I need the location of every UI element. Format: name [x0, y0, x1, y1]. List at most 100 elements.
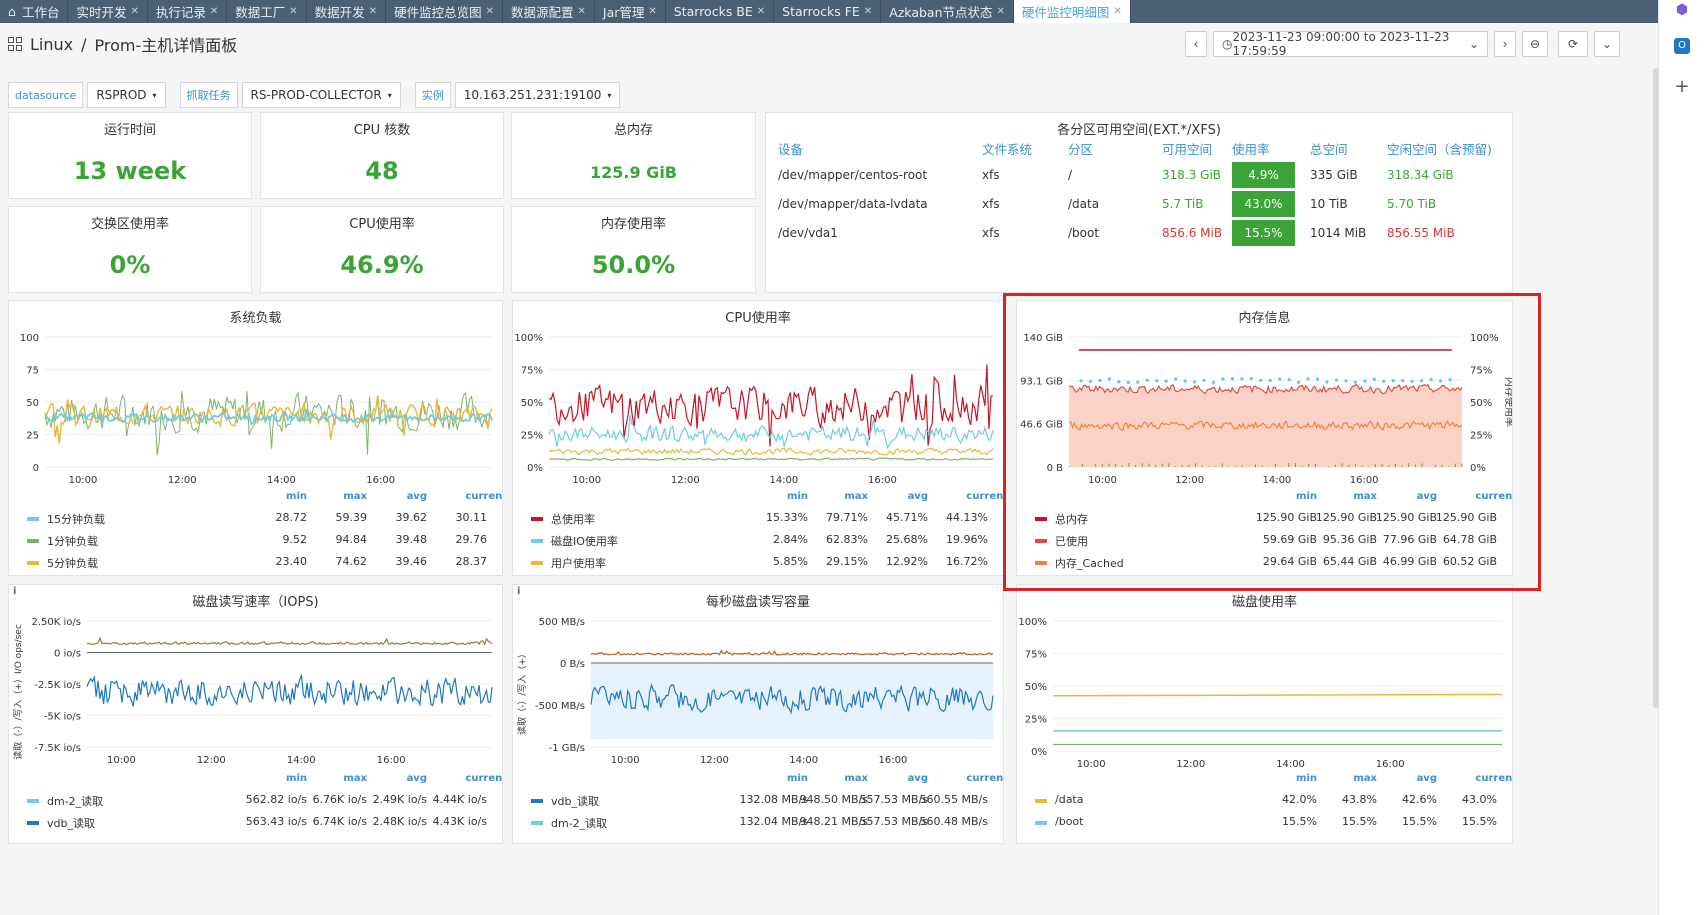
table-cell: xfs — [982, 197, 1000, 211]
table-header[interactable]: 使用率 — [1232, 139, 1270, 158]
tab-11[interactable]: 硬件监控明细图 ✕ — [1013, 0, 1131, 23]
legend-item[interactable]: dm-2_读取 132.04 MB/s 948.21 MB/s 557.53 MB/s… — [531, 813, 995, 833]
legend-name: dm-2_读取 — [551, 817, 608, 830]
app-icon[interactable]: ⬢ — [1674, 2, 1690, 18]
legend-item[interactable]: vdb_读取 132.08 MB/s 948.50 MB/s 557.53 MB/s 5… — [531, 791, 995, 811]
tab-9[interactable]: Starrocks FE ✕ — [774, 0, 882, 23]
chart-panel-mem: 内存信息 140 GiB 93.1 GiB 46.6 GiB 0 B 100% 75% 50%… — [1016, 300, 1513, 576]
variable-select[interactable]: RSPROD ▾ — [87, 82, 166, 108]
tab-7[interactable]: Jar管理 ✕ — [595, 0, 666, 23]
tab-5[interactable]: 硬件监控总览图 ✕ — [386, 0, 503, 23]
legend-header[interactable]: min — [768, 773, 808, 784]
legend-header[interactable]: min — [1277, 773, 1317, 784]
legend-header[interactable]: min — [768, 491, 808, 502]
table-header[interactable]: 文件系统 — [982, 139, 1032, 158]
refresh-interval-button[interactable]: ⌄ — [1594, 31, 1620, 57]
table-header[interactable]: 分区 — [1068, 139, 1093, 158]
legend-header[interactable]: current — [1457, 773, 1512, 784]
table-header[interactable]: 总空间 — [1310, 139, 1348, 158]
legend-header[interactable]: min — [267, 773, 307, 784]
info-icon[interactable]: i — [517, 586, 520, 597]
legend-item[interactable]: /data 42.0% 43.8% 42.6% 43.0% — [1035, 791, 1504, 811]
close-icon[interactable]: ✕ — [757, 6, 765, 17]
legend-item[interactable]: vdb_读取 563.43 io/s 6.74K io/s 2.48K io/s 4.4… — [27, 813, 494, 833]
legend-header[interactable]: max — [1337, 773, 1377, 784]
table-header[interactable]: 设备 — [778, 139, 803, 158]
legend-item[interactable]: /boot 15.5% 15.5% 15.5% 15.5% — [1035, 813, 1504, 833]
legend-header[interactable]: current — [447, 491, 502, 502]
close-icon[interactable]: ✕ — [210, 6, 218, 17]
variable-select[interactable]: 10.163.251.231:19100 ▾ — [454, 82, 621, 108]
tab-8[interactable]: Starrocks BE ✕ — [666, 0, 775, 23]
legend-header[interactable]: avg — [1397, 491, 1437, 502]
table-header[interactable]: 可用空间 — [1162, 139, 1212, 158]
legend-item[interactable]: 磁盘IO使用率 2.84% 62.83% 25.68% 19.96% — [531, 531, 995, 551]
y2-tick: 75% — [1470, 366, 1492, 377]
vertical-scrollbar[interactable] — [1653, 68, 1659, 708]
tab-label: 实时开发 — [76, 5, 127, 20]
add-icon[interactable]: + — [1674, 76, 1690, 97]
outlook-icon[interactable]: O — [1674, 38, 1690, 54]
legend-header[interactable]: max — [327, 773, 367, 784]
legend-item[interactable]: 已使用 59.69 GiB 95.36 GiB 77.96 GiB 64.78 GiB — [1035, 531, 1504, 551]
legend-item[interactable]: 15分钟负载 28.72 59.39 39.62 30.11 — [27, 509, 494, 529]
table-cell: /data — [1068, 197, 1100, 211]
tab-1[interactable]: 实时开发 ✕ — [68, 0, 148, 23]
clock-icon: ◷ — [1222, 37, 1233, 51]
legend-header[interactable]: min — [267, 491, 307, 502]
close-icon[interactable]: ✕ — [369, 6, 377, 17]
close-icon[interactable]: ✕ — [864, 6, 872, 17]
legend-header[interactable]: max — [1337, 491, 1377, 502]
stat-title: CPU使用率 — [349, 217, 415, 232]
tab-4[interactable]: 数据开发 ✕ — [307, 0, 387, 23]
legend-header[interactable]: current — [948, 491, 1003, 502]
legend-item[interactable]: 5分钟负载 23.40 74.62 39.46 28.37 — [27, 553, 494, 573]
breadcrumb-folder[interactable]: Linux — [30, 35, 73, 54]
legend-item[interactable]: 总使用率 15.33% 79.71% 45.71% 44.13% — [531, 509, 995, 529]
close-icon[interactable]: ✕ — [486, 6, 494, 17]
legend-item[interactable]: dm-2_读取 562.82 io/s 6.76K io/s 2.49K io/s 4.… — [27, 791, 494, 811]
close-icon[interactable]: ✕ — [1113, 6, 1121, 17]
table-header[interactable]: 空闲空间（含预留) — [1387, 139, 1492, 158]
time-forward-button[interactable]: › — [1494, 31, 1516, 57]
close-icon[interactable]: ✕ — [997, 6, 1005, 17]
info-icon[interactable]: i — [13, 586, 16, 597]
series-point — [1315, 377, 1320, 381]
close-icon[interactable]: ✕ — [578, 6, 586, 17]
right-sidebar: ⬢ O + — [1658, 0, 1704, 915]
tab-2[interactable]: 执行记录 ✕ — [148, 0, 228, 23]
legend-header[interactable]: avg — [387, 773, 427, 784]
legend-header[interactable]: current — [948, 773, 1003, 784]
legend-item[interactable]: 用户使用率 5.85% 29.15% 12.92% 16.72% — [531, 553, 995, 573]
legend-header[interactable]: max — [828, 773, 868, 784]
legend-item[interactable]: 内存_Cached 29.64 GiB 65.44 GiB 46.99 GiB 60.5… — [1035, 553, 1504, 573]
legend-header[interactable]: avg — [888, 491, 928, 502]
legend-header[interactable]: avg — [387, 491, 427, 502]
legend-swatch — [1035, 539, 1047, 543]
y-tick: 0 B — [1047, 463, 1064, 474]
time-back-button[interactable]: ‹ — [1185, 31, 1207, 57]
close-icon[interactable]: ✕ — [648, 6, 656, 17]
legend-header[interactable]: max — [828, 491, 868, 502]
zoom-out-button[interactable]: ⊖ — [1522, 31, 1548, 57]
table-cell: 43.0% — [1232, 191, 1295, 217]
legend-header[interactable]: max — [327, 491, 367, 502]
close-icon[interactable]: ✕ — [289, 6, 297, 17]
legend-header[interactable]: min — [1277, 491, 1317, 502]
legend-header[interactable]: current — [447, 773, 502, 784]
time-range-picker[interactable]: ◷ 2023-11-23 09:00:00 to 2023-11-23 17:5… — [1213, 30, 1488, 58]
tab-6[interactable]: 数据源配置 ✕ — [503, 0, 595, 23]
refresh-button[interactable]: ⟳ — [1558, 31, 1588, 57]
tab-10[interactable]: Azkaban节点状态 ✕ — [881, 0, 1014, 23]
tab-3[interactable]: 数据工厂 ✕ — [227, 0, 307, 23]
legend-item[interactable]: 1分钟负载 9.52 94.84 39.48 29.76 — [27, 531, 494, 551]
x-tick: 14:00 — [287, 755, 316, 766]
x-tick: 10:00 — [572, 475, 601, 486]
tab-0[interactable]: ⌂ 工作台 — [0, 0, 69, 23]
legend-header[interactable]: avg — [1397, 773, 1437, 784]
legend-item[interactable]: 总内存 125.90 GiB 125.90 GiB 125.90 GiB 125.90 … — [1035, 509, 1504, 529]
legend-header[interactable]: current — [1457, 491, 1512, 502]
close-icon[interactable]: ✕ — [130, 6, 138, 17]
variable-select[interactable]: RS-PROD-COLLECTOR ▾ — [241, 82, 401, 108]
legend-header[interactable]: avg — [888, 773, 928, 784]
